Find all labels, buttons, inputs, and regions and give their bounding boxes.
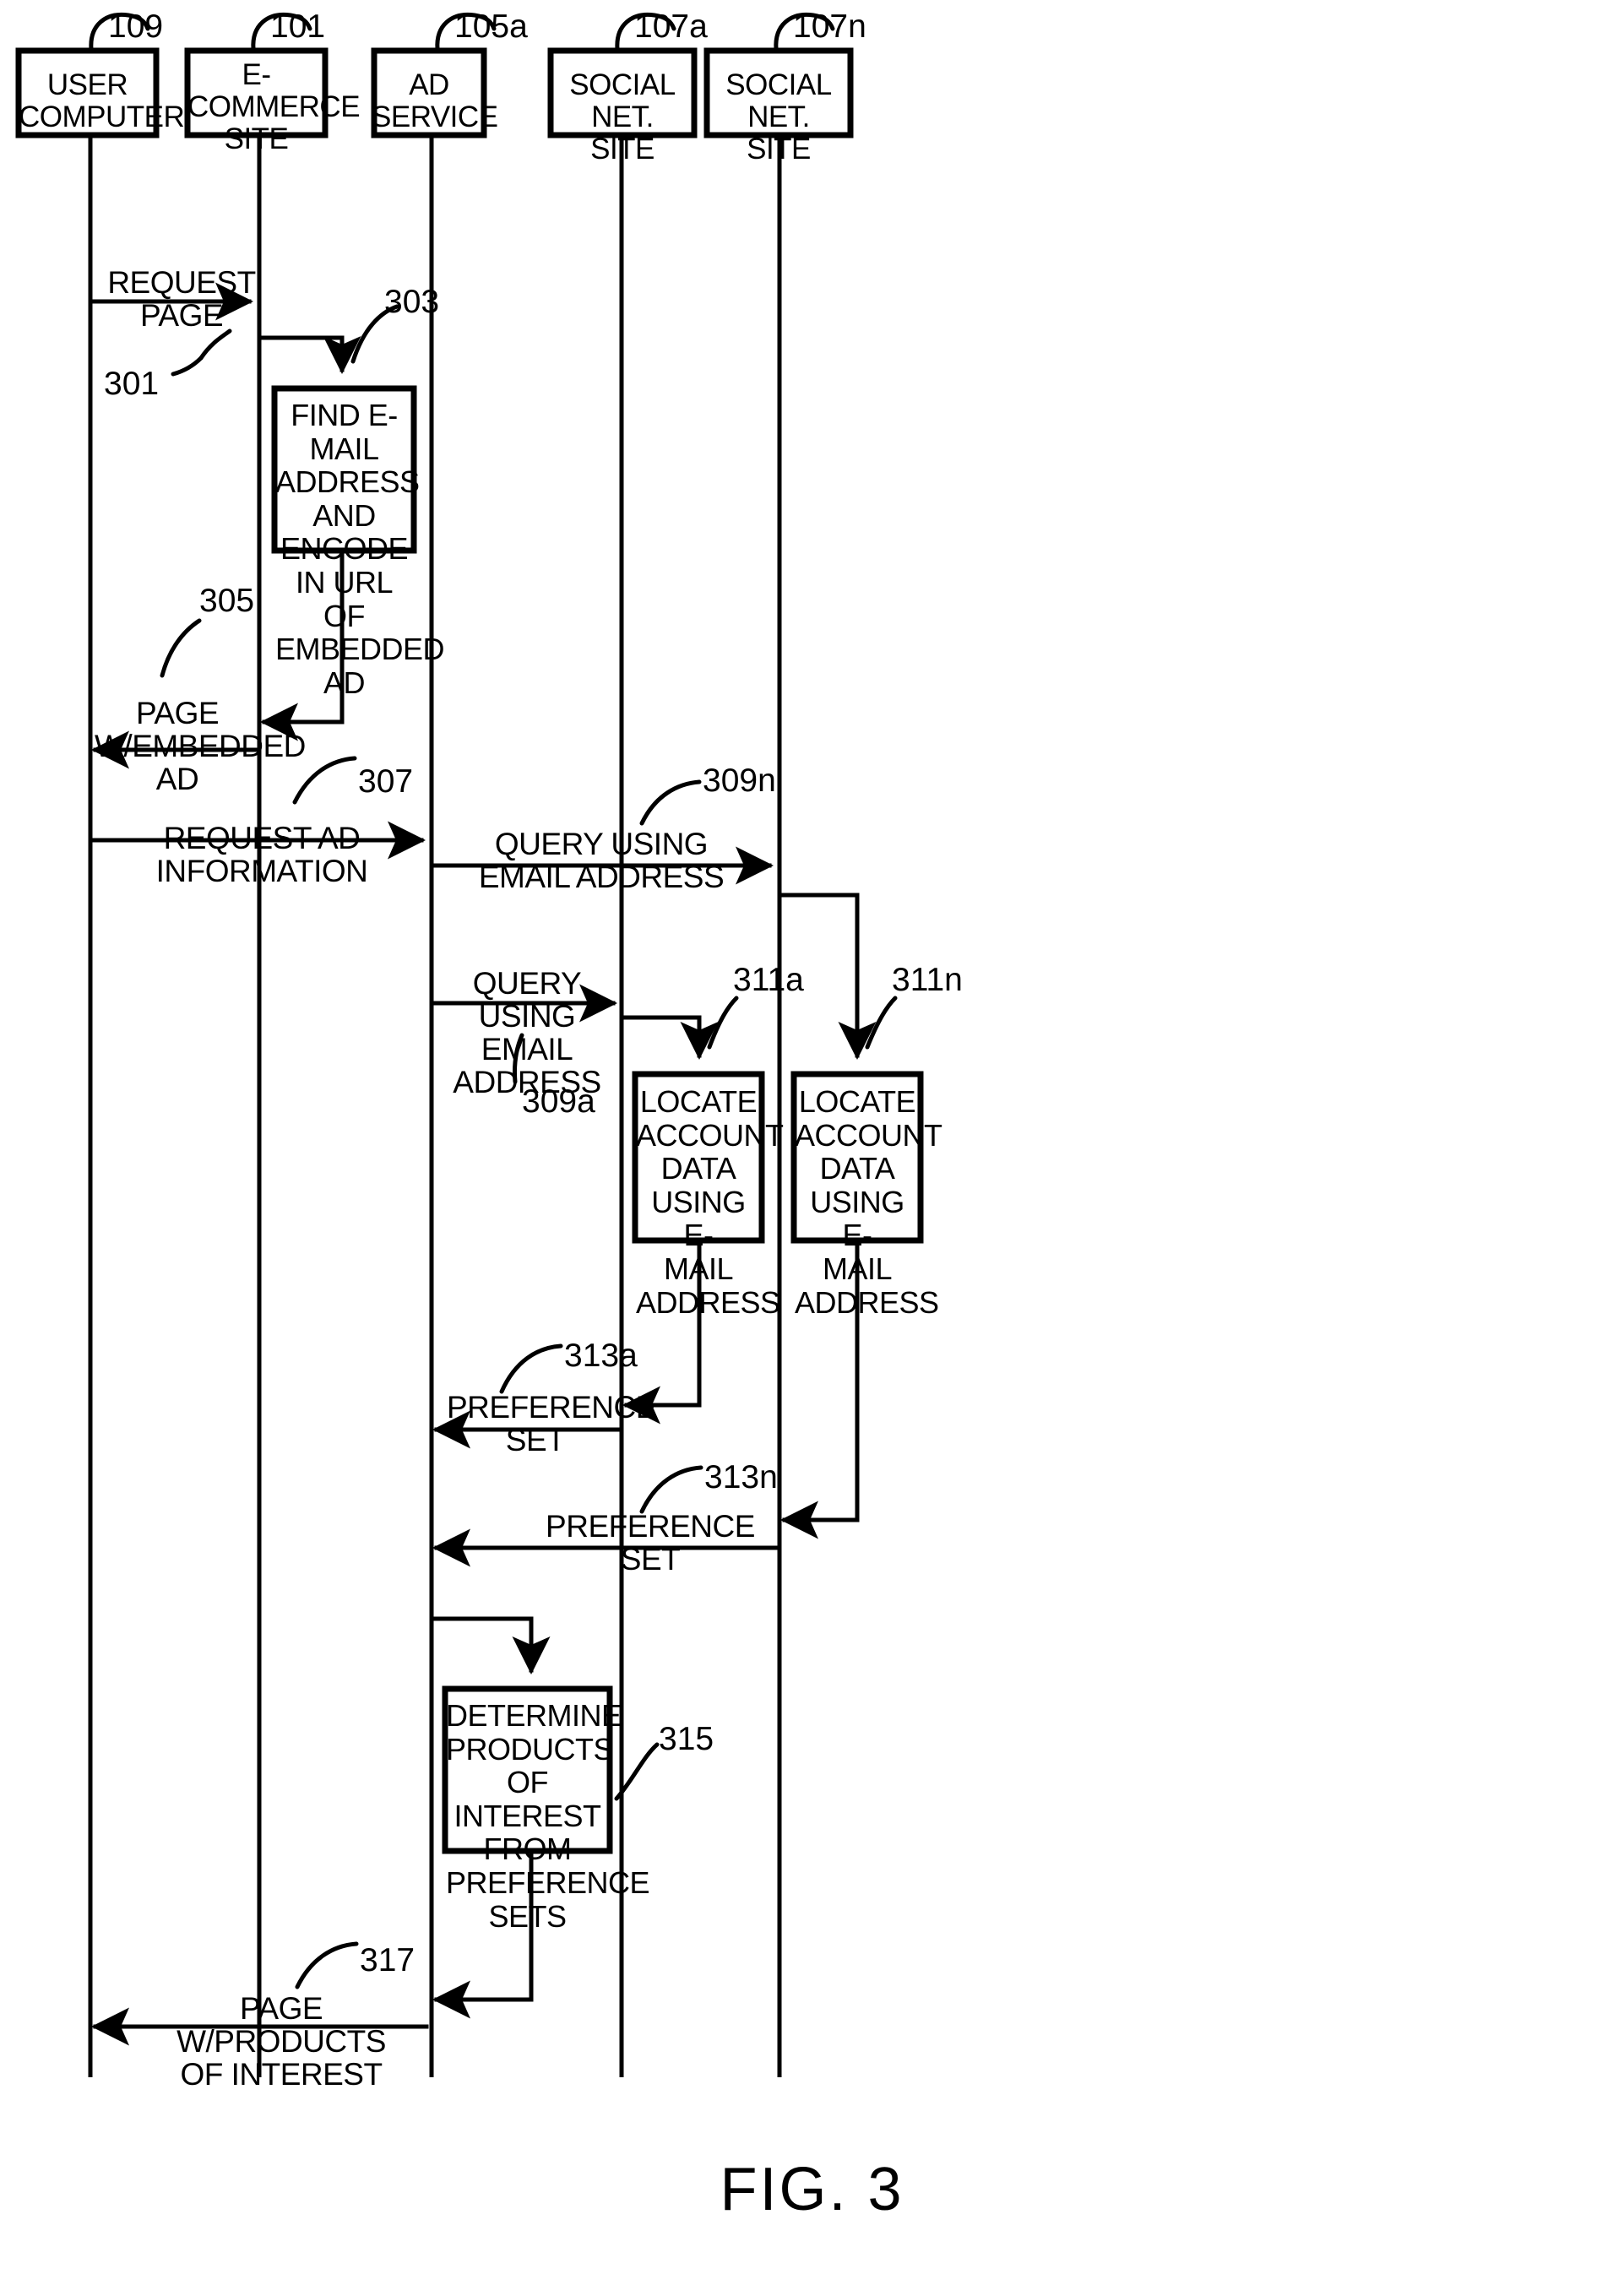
actor-ref-ad-service: 105a — [454, 8, 528, 45]
actor-label-social-net-a: SOCIAL NET. SITE — [569, 68, 676, 166]
message-label-preference-set-a: PREFERENCE SET — [447, 1390, 656, 1457]
selfcall-determine-products — [431, 1616, 551, 1674]
selfcall-find-email — [258, 335, 361, 374]
process-ref-locate-account-n: 311n — [892, 962, 963, 998]
actor-label-ad-service: AD SERVICE — [372, 68, 498, 133]
message-label-query-email-a: QUERY USING EMAIL ADDRESS — [453, 966, 601, 1099]
message-ref-query-email-n: 309n — [703, 763, 776, 799]
process-label-locate-account-a: LOCATE ACCOUNT DATA USING E- MAIL ADDRES… — [636, 1084, 784, 1320]
message-ref-preference-set-a: 313a — [564, 1338, 638, 1374]
message-label-page-products: PAGE W/PRODUCTS OF INTEREST — [177, 1991, 386, 2092]
figure-caption: FIG. 3 — [720, 2156, 904, 2223]
process-label-determine-products: DETERMINE PRODUCTS OF INTEREST FROM PREF… — [446, 1698, 650, 1934]
message-label-query-email-n: QUERY USING EMAIL ADDRESS — [478, 827, 725, 894]
actor-ref-e-commerce-site: 101 — [270, 8, 326, 45]
message-label-page-embedded-ad: PAGE W/EMBEDDED AD — [95, 696, 306, 796]
process-ref-find-email: 303 — [384, 284, 440, 320]
message-ref-request-page: 301 — [104, 366, 160, 402]
message-ref-request-ad-info: 307 — [358, 763, 414, 800]
message-ref-query-email-a: 309a — [522, 1083, 595, 1120]
process-label-find-email: FIND E-MAIL ADDRESS AND ENCODE IN URL OF… — [275, 398, 445, 700]
actor-ref-social-net-n: 107n — [793, 8, 866, 45]
process-label-locate-account-n: LOCATE ACCOUNT DATA USING E- MAIL ADDRES… — [795, 1084, 942, 1320]
message-ref-preference-set-n: 313n — [704, 1459, 778, 1495]
message-label-request-ad-info: REQUEST AD INFORMATION — [155, 821, 368, 888]
selfcall-locate-a — [621, 1015, 719, 1060]
message-label-request-page: REQUEST PAGE — [107, 265, 256, 333]
process-ref-locate-account-a: 311a — [733, 962, 804, 998]
actor-label-social-net-n: SOCIAL NET. SITE — [725, 68, 832, 166]
actor-ref-social-net-a: 107a — [634, 8, 708, 45]
actor-label-user-computer: USER COMPUTER — [19, 68, 185, 133]
process-ref-determine-products: 315 — [659, 1721, 714, 1757]
message-ref-page-embedded-ad: 305 — [199, 583, 255, 619]
actor-label-e-commerce-site: E- COMMERCE SITE — [187, 58, 361, 155]
message-label-preference-set-n: PREFERENCE SET — [546, 1509, 755, 1577]
actor-ref-user-computer: 109 — [108, 8, 164, 45]
patent-figure: USER COMPUTER 109 E- COMMERCE SITE 101 A… — [0, 0, 1624, 2274]
message-ref-page-products: 317 — [360, 1942, 416, 1978]
